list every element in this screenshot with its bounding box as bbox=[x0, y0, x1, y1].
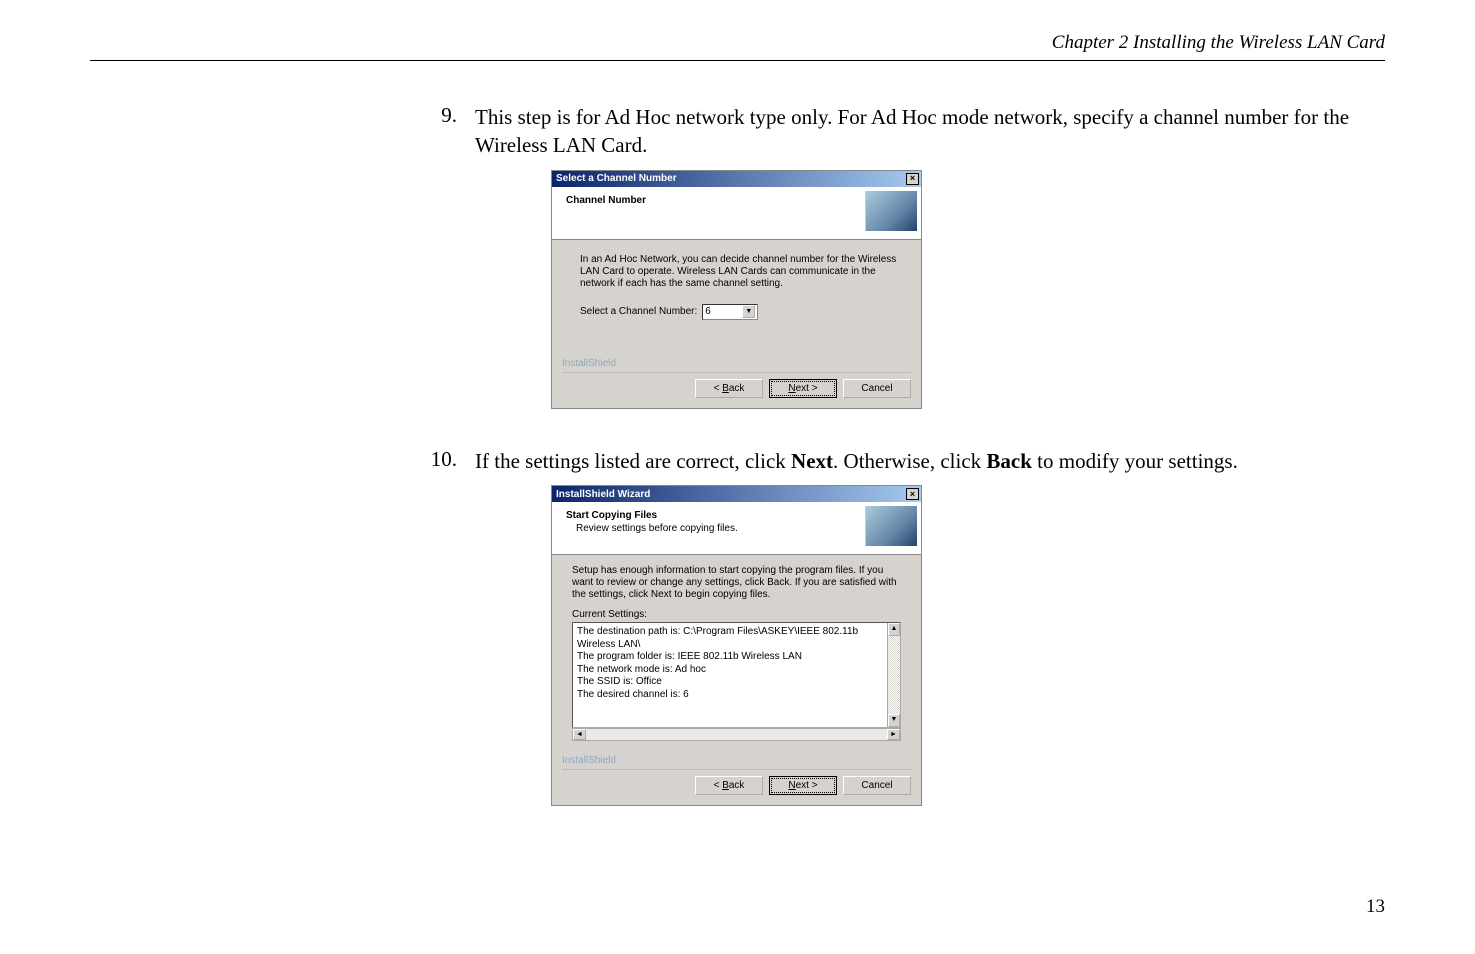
current-settings-label: Current Settings: bbox=[572, 609, 901, 620]
settings-line-2: The program folder is: IEEE 802.11b Wire… bbox=[577, 651, 896, 664]
dialog2-header-panel: Start Copying Files Review settings befo… bbox=[552, 502, 921, 555]
channel-value: 6 bbox=[705, 306, 711, 317]
step-9-text: This step is for Ad Hoc network type onl… bbox=[475, 103, 1375, 160]
step-9-number: 9. bbox=[425, 103, 475, 160]
dialog1-banner-image bbox=[865, 191, 917, 231]
settings-line-1: The destination path is: C:\Program File… bbox=[577, 626, 896, 651]
settings-line-3: The network mode is: Ad hoc bbox=[577, 664, 896, 677]
back-button[interactable]: < Back bbox=[695, 776, 763, 795]
dialog1-header-panel: Channel Number bbox=[552, 187, 921, 240]
dialog1-para: In an Ad Hoc Network, you can decide cha… bbox=[580, 254, 901, 290]
chevron-down-icon[interactable]: ▼ bbox=[742, 305, 755, 318]
dialog1-title: Select a Channel Number bbox=[556, 173, 677, 184]
dialog-copy-wrap: InstallShield Wizard × Start Copying Fil… bbox=[551, 485, 1385, 806]
scrollbar-horizontal[interactable]: ◄ ► bbox=[572, 728, 901, 741]
scroll-down-icon[interactable]: ▼ bbox=[888, 714, 900, 727]
scroll-left-icon[interactable]: ◄ bbox=[573, 729, 586, 740]
dialog1-heading: Channel Number bbox=[566, 195, 865, 206]
cancel-button[interactable]: Cancel bbox=[843, 776, 911, 795]
dialog1-content: In an Ad Hoc Network, you can decide cha… bbox=[552, 240, 921, 328]
dialog1-buttons: < Back Next > Cancel bbox=[552, 373, 921, 408]
cancel-button[interactable]: Cancel bbox=[843, 379, 911, 398]
channel-label: Select a Channel Number: bbox=[580, 306, 697, 317]
dialog2-heading: Start Copying Files bbox=[566, 510, 865, 521]
dialog-channel: Select a Channel Number × Channel Number… bbox=[551, 170, 922, 409]
dialog2-brand: InstallShield bbox=[552, 753, 921, 770]
next-button[interactable]: Next > bbox=[769, 776, 837, 795]
close-icon[interactable]: × bbox=[906, 488, 919, 500]
dialog1-brand: InstallShield bbox=[552, 356, 921, 373]
scroll-up-icon[interactable]: ▲ bbox=[888, 623, 900, 636]
dialog2-buttons: < Back Next > Cancel bbox=[552, 770, 921, 805]
scroll-right-icon[interactable]: ► bbox=[887, 729, 900, 740]
channel-select[interactable]: 6 ▼ bbox=[702, 304, 758, 320]
dialog2-title: InstallShield Wizard bbox=[556, 489, 650, 500]
next-button[interactable]: Next > bbox=[769, 379, 837, 398]
settings-line-4: The SSID is: Office bbox=[577, 676, 896, 689]
dialog2-banner-image bbox=[865, 506, 917, 546]
page-number: 13 bbox=[1366, 896, 1385, 918]
step-9: 9. This step is for Ad Hoc network type … bbox=[90, 103, 1385, 160]
current-settings-box: The destination path is: C:\Program File… bbox=[572, 622, 901, 728]
dialog2-para: Setup has enough information to start co… bbox=[572, 565, 901, 601]
step-10-text: If the settings listed are correct, clic… bbox=[475, 447, 1238, 475]
back-button[interactable]: < Back bbox=[695, 379, 763, 398]
close-icon[interactable]: × bbox=[906, 173, 919, 185]
channel-field-row: Select a Channel Number: 6 ▼ bbox=[580, 304, 901, 320]
dialog-channel-wrap: Select a Channel Number × Channel Number… bbox=[551, 170, 1385, 409]
dialog2-content: Setup has enough information to start co… bbox=[552, 555, 921, 747]
dialog2-sub: Review settings before copying files. bbox=[576, 523, 865, 534]
step-10-number: 10. bbox=[425, 447, 475, 475]
chapter-title: Chapter 2 Installing the Wireless LAN Ca… bbox=[1052, 32, 1385, 53]
page-header: Chapter 2 Installing the Wireless LAN Ca… bbox=[90, 20, 1385, 61]
dialog2-titlebar[interactable]: InstallShield Wizard × bbox=[552, 486, 921, 502]
scrollbar-vertical[interactable]: ▲ ▼ bbox=[887, 623, 900, 727]
step-10: 10. If the settings listed are correct, … bbox=[90, 447, 1385, 475]
settings-line-5: The desired channel is: 6 bbox=[577, 689, 896, 702]
dialog-copy: InstallShield Wizard × Start Copying Fil… bbox=[551, 485, 922, 806]
dialog1-titlebar[interactable]: Select a Channel Number × bbox=[552, 171, 921, 187]
